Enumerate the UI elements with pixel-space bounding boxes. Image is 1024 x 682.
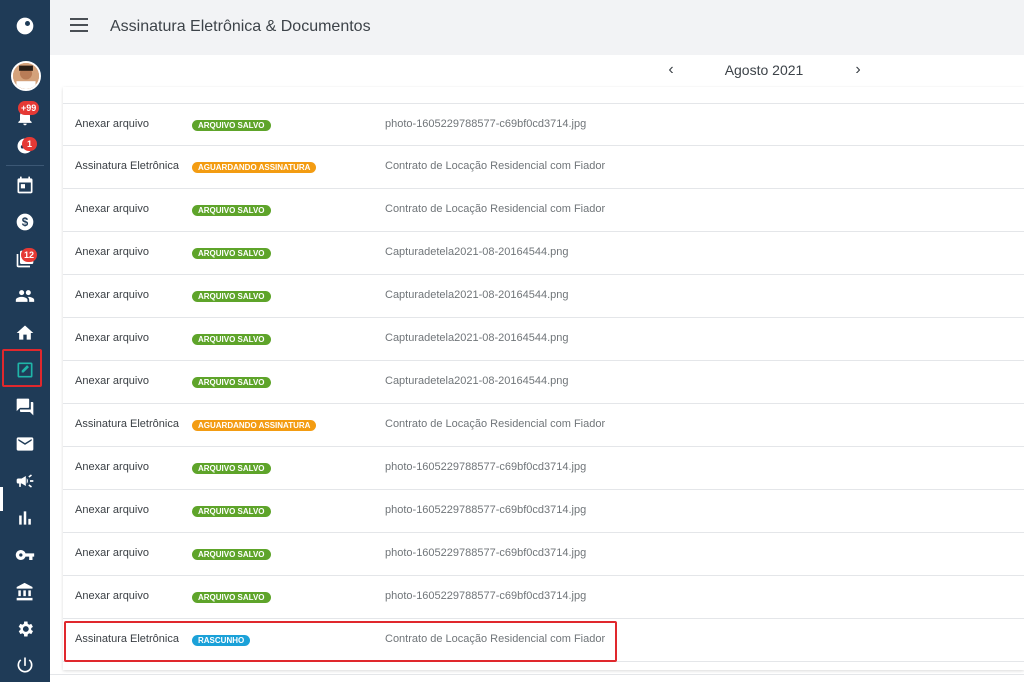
row-type: Anexar arquivo: [75, 590, 149, 602]
status-badge: ARQUIVO SALVO: [192, 120, 271, 131]
status-badge: ARQUIVO SALVO: [192, 463, 271, 474]
row-document[interactable]: photo-1605229788577-c69bf0cd3714.jpg: [385, 461, 586, 473]
table-row[interactable]: Anexar arquivo ARQUIVO SALVO Capturadetela…: [63, 275, 1024, 318]
logo-icon[interactable]: [0, 6, 50, 46]
page-title: Assinatura Eletrônica & Documentos: [110, 18, 371, 35]
contacts-badge: 12: [21, 248, 38, 262]
status-badge: AGUARDANDO ASSINATURA: [192, 162, 317, 173]
row-document[interactable]: photo-1605229788577-c69bf0cd3714.jpg: [385, 547, 586, 559]
status-badge: ARQUIVO SALVO: [192, 592, 271, 603]
row-document[interactable]: Contrato de Locação Residencial com Fiad…: [385, 203, 605, 215]
chart-icon[interactable]: [0, 498, 50, 538]
row-type: Anexar arquivo: [75, 203, 149, 215]
row-type: Assinatura Eletrônica: [75, 160, 179, 172]
table-row[interactable]: Anexar arquivo ARQUIVO SALVO Capturadetela…: [63, 361, 1024, 404]
table-row[interactable]: Anexar arquivo ARQUIVO SALVO Capturadetela…: [63, 232, 1024, 275]
status-badge: AGUARDANDO ASSINATURA: [192, 420, 317, 431]
row-type: Anexar arquivo: [75, 289, 149, 301]
home-icon[interactable]: [0, 313, 50, 353]
dollar-icon[interactable]: $: [0, 202, 50, 242]
key-icon[interactable]: [0, 535, 50, 575]
row-type: Anexar arquivo: [75, 118, 149, 130]
status-badge: ARQUIVO SALVO: [192, 549, 271, 560]
page-footer: [50, 674, 1024, 682]
table-row[interactable]: Anexar arquivo ARQUIVO SALVO photo-1605229…: [63, 447, 1024, 490]
topbar: Assinatura Eletrônica & Documentos: [50, 0, 1024, 55]
mail-icon[interactable]: [0, 424, 50, 464]
status-badge: ARQUIVO SALVO: [192, 248, 271, 259]
likes-badge: 1: [22, 137, 37, 151]
sidebar: +99 1 $ 12: [0, 0, 50, 682]
chat-icon[interactable]: [0, 387, 50, 427]
megaphone-icon[interactable]: [0, 461, 50, 501]
chevron-left-icon[interactable]: ‹: [661, 59, 681, 81]
row-document[interactable]: Capturadetela2021-08-20164544.png: [385, 375, 569, 387]
row-document[interactable]: photo-1605229788577-c69bf0cd3714.jpg: [385, 504, 586, 516]
row-type: Anexar arquivo: [75, 547, 149, 559]
row-document[interactable]: Capturadetela2021-08-20164544.png: [385, 332, 569, 344]
status-badge: ARQUIVO SALVO: [192, 334, 271, 345]
row-type: Anexar arquivo: [75, 461, 149, 473]
svg-text:$: $: [22, 216, 29, 229]
table-row[interactable]: Anexar arquivo ARQUIVO SALVO Capturadetela…: [63, 318, 1024, 361]
row-document[interactable]: Contrato de Locação Residencial com Fiad…: [385, 418, 605, 430]
people-icon[interactable]: [0, 276, 50, 316]
calendar-icon[interactable]: [0, 165, 50, 205]
table-row[interactable]: Anexar arquivo ARQUIVO SALVO photo-1605229…: [63, 533, 1024, 576]
selected-row-highlight: [64, 621, 617, 662]
row-document[interactable]: Capturadetela2021-08-20164544.png: [385, 289, 569, 301]
row-document[interactable]: photo-1605229788577-c69bf0cd3714.jpg: [385, 118, 586, 130]
row-type: Anexar arquivo: [75, 332, 149, 344]
row-document[interactable]: photo-1605229788577-c69bf0cd3714.jpg: [385, 590, 586, 602]
status-badge: ARQUIVO SALVO: [192, 205, 271, 216]
table-row[interactable]: Assinatura Eletrônica AGUARDANDO ASSINATU…: [63, 404, 1024, 447]
row-type: Anexar arquivo: [75, 246, 149, 258]
active-item-highlight: [2, 349, 42, 387]
chevron-right-icon[interactable]: ›: [848, 59, 868, 81]
table-row[interactable]: Assinatura Eletrônica AGUARDANDO ASSINATU…: [63, 146, 1024, 189]
table-row[interactable]: Anexar arquivo ARQUIVO SALVO photo-1605229…: [63, 576, 1024, 619]
bank-icon[interactable]: [0, 572, 50, 612]
status-badge: ARQUIVO SALVO: [192, 291, 271, 302]
table-row[interactable]: Anexar arquivo ARQUIVO SALVO Contrato de L…: [63, 189, 1024, 232]
status-badge: ARQUIVO SALVO: [192, 377, 271, 388]
menu-icon[interactable]: [70, 18, 88, 36]
row-document[interactable]: Contrato de Locação Residencial com Fiad…: [385, 160, 605, 172]
avatar[interactable]: [11, 61, 41, 91]
current-month: Agosto 2021: [724, 62, 804, 78]
row-type: Assinatura Eletrônica: [75, 418, 179, 430]
month-navigation: ‹ Agosto 2021 ›: [50, 55, 1024, 87]
notifications-badge: +99: [18, 101, 40, 115]
row-type: Anexar arquivo: [75, 504, 149, 516]
row-type: Anexar arquivo: [75, 375, 149, 387]
gear-icon[interactable]: [0, 609, 50, 649]
power-icon[interactable]: [0, 645, 50, 682]
status-badge: ARQUIVO SALVO: [192, 506, 271, 517]
table-row[interactable]: Anexar arquivo ARQUIVO SALVO photo-1605229…: [63, 490, 1024, 533]
table-row[interactable]: Anexar arquivo ARQUIVO SALVO photo-1605229…: [63, 103, 1024, 146]
documents-list: Anexar arquivo ARQUIVO SALVO photo-1605229…: [63, 87, 1024, 670]
row-document[interactable]: Capturadetela2021-08-20164544.png: [385, 246, 569, 258]
